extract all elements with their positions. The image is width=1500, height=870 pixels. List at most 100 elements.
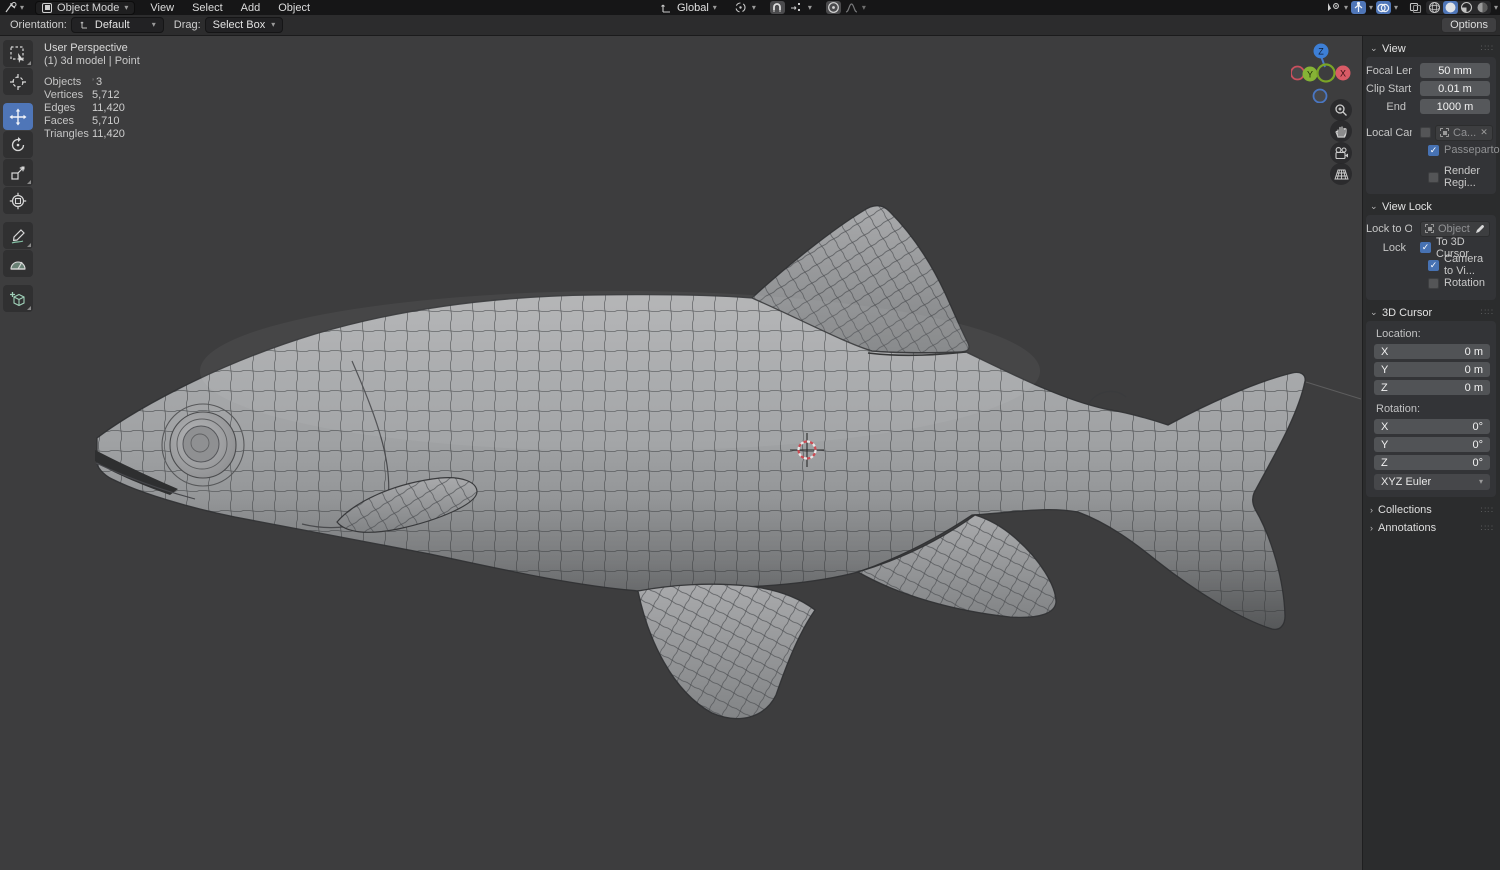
cursor-location-y-field[interactable]: Y0 m (1374, 362, 1490, 377)
3d-viewport[interactable]: User Perspective (1) 3d model | Point Ob… (0, 36, 1362, 870)
gizmo-minus-z-axis[interactable] (1312, 88, 1328, 103)
clip-start-row: Clip Start 0.01 m (1366, 80, 1492, 97)
lock-rotation-label: Rotation (1444, 277, 1485, 289)
select-box-tool[interactable] (3, 40, 33, 67)
clip-start-field[interactable]: 0.01 m (1420, 81, 1490, 96)
panel-view-lock-header[interactable]: ⌄ View Lock (1366, 198, 1496, 215)
drag-dropdown[interactable]: Select Box ▾ (204, 17, 284, 33)
pivot-point-button[interactable] (733, 1, 748, 14)
viewport-stats-overlay: User Perspective (1) 3d model | Point Ob… (44, 42, 140, 141)
navigation-gizmo[interactable]: Z Y X (1291, 39, 1353, 103)
show-gizmo-button[interactable] (1350, 1, 1366, 14)
measure-tool[interactable] (3, 250, 33, 277)
cursor-rotation-z-row: Z 0° (1366, 454, 1492, 471)
scale-tool[interactable] (3, 159, 33, 186)
panel-annotations[interactable]: › Annotations ∷∷ (1366, 519, 1496, 537)
clear-icon[interactable]: ✕ (1480, 127, 1488, 138)
menu-add[interactable]: Add (232, 2, 270, 14)
panel-annotations-title: Annotations (1378, 522, 1437, 534)
chevron-down-icon[interactable]: ▾ (1394, 3, 1398, 12)
chevron-down-icon[interactable]: ▾ (1369, 3, 1373, 12)
cursor-location-x-field[interactable]: X0 m (1374, 344, 1490, 359)
visibility-button[interactable] (1326, 1, 1341, 14)
cursor-location-z-field[interactable]: Z0 m (1374, 380, 1490, 395)
eyedropper-icon[interactable] (1475, 224, 1485, 234)
editor-type-selector[interactable]: ▾ (0, 1, 29, 14)
proportional-edit-button[interactable] (825, 1, 841, 14)
drag-handle-icon[interactable]: ∷∷ (1481, 307, 1496, 318)
pivot-point-icon (735, 2, 746, 13)
measure-icon (10, 260, 26, 270)
cursor-rotation-z-field[interactable]: Z 0° (1374, 455, 1490, 470)
chevron-down-icon: ▾ (151, 20, 156, 29)
drag-handle-icon[interactable]: ∷∷ (1481, 505, 1496, 516)
passepartout-checkbox[interactable]: ✓ (1428, 144, 1439, 156)
snap-target-button[interactable] (789, 1, 804, 14)
menu-view[interactable]: View (141, 2, 183, 14)
annotate-tool[interactable] (3, 222, 33, 249)
add-cube-tool[interactable] (3, 285, 33, 312)
panel-collections[interactable]: › Collections ∷∷ (1366, 501, 1496, 519)
lock-rotation-checkbox[interactable] (1428, 277, 1439, 289)
render-region-checkbox[interactable] (1428, 171, 1439, 183)
objects-mark: ’ (92, 77, 94, 87)
gizmo-z-label: Z (1318, 47, 1324, 57)
shading-mode-group (1425, 1, 1491, 14)
chevron-down-icon: ▾ (20, 2, 25, 12)
chevron-collapsed-icon: › (1370, 505, 1373, 515)
camera-view-button[interactable] (1330, 142, 1352, 164)
xray-toggle-button[interactable] (1408, 1, 1423, 14)
camera-to-view-checkbox[interactable]: ✓ (1428, 259, 1439, 271)
clip-end-field[interactable]: 1000 m (1420, 99, 1490, 114)
sidebar-n-panel: ⌄ View ∷∷ Focal Len... 50 mm Clip Start … (1362, 36, 1500, 870)
panel-view-header[interactable]: ⌄ View ∷∷ (1366, 40, 1496, 57)
panel-3d-cursor-header[interactable]: ⌄ 3D Cursor ∷∷ (1366, 304, 1496, 321)
chevron-down-icon[interactable]: ▾ (808, 3, 812, 12)
gizmo-minus-y-axis[interactable] (1316, 63, 1336, 83)
shading-solid-button[interactable] (1442, 1, 1458, 14)
menu-object[interactable]: Object (269, 2, 319, 14)
menu-select[interactable]: Select (183, 2, 232, 14)
transform-tool[interactable] (3, 187, 33, 214)
fish-mesh-scene (95, 205, 1361, 720)
gizmo-minus-x-axis[interactable] (1291, 65, 1305, 81)
rotation-mode-dropdown[interactable]: XYZ Euler ▾ (1374, 474, 1490, 490)
chevron-down-icon[interactable]: ▾ (862, 3, 866, 12)
to-3d-cursor-checkbox[interactable]: ✓ (1420, 242, 1431, 253)
options-button[interactable]: Options (1441, 17, 1497, 33)
snap-toggle-button[interactable] (769, 1, 785, 14)
cursor-rotation-x-field[interactable]: X 0° (1374, 419, 1490, 434)
focal-length-label: Focal Len... (1366, 64, 1412, 77)
stat-row-vertices: Vertices 5,712 (44, 89, 120, 101)
chevron-down-icon[interactable]: ▾ (752, 3, 756, 12)
shading-material-button[interactable] (1459, 1, 1474, 14)
shading-rendered-button[interactable] (1475, 1, 1490, 14)
drag-handle-icon[interactable]: ∷∷ (1481, 43, 1496, 54)
rotation-mode-value: XYZ Euler (1381, 476, 1432, 488)
pan-button[interactable] (1330, 120, 1352, 142)
lock-to-object-picker[interactable]: Object (1420, 220, 1490, 237)
rotate-tool[interactable] (3, 131, 33, 158)
local-camera-label: Local Cam... (1366, 126, 1412, 139)
local-camera-checkbox[interactable] (1420, 127, 1431, 138)
chevron-expanded-icon: ⌄ (1370, 201, 1378, 211)
select-box-icon (10, 45, 24, 63)
chevron-down-icon[interactable]: ▾ (713, 3, 717, 12)
chevron-down-icon[interactable]: ▾ (1344, 3, 1348, 12)
local-camera-picker[interactable]: Ca... ✕ (1435, 124, 1493, 141)
show-overlays-button[interactable] (1375, 1, 1391, 14)
cursor-tool[interactable] (3, 68, 33, 95)
orientation-value[interactable]: Global (677, 2, 709, 14)
zoom-button[interactable] (1330, 99, 1352, 121)
drag-handle-icon[interactable]: ∷∷ (1481, 523, 1496, 534)
orientation-dropdown[interactable]: Default ▾ (70, 17, 164, 33)
focal-length-field[interactable]: 50 mm (1420, 63, 1490, 78)
move-tool[interactable] (3, 103, 33, 130)
chevron-down-icon[interactable]: ▾ (1494, 3, 1498, 12)
camera-data-icon (1440, 128, 1449, 137)
shading-wireframe-button[interactable] (1427, 1, 1442, 14)
perspective-toggle-button[interactable] (1330, 163, 1352, 185)
chevron-collapsed-icon: › (1370, 523, 1373, 533)
cursor-rotation-y-field[interactable]: Y 0° (1374, 437, 1490, 452)
mode-selector[interactable]: Object Mode ▾ (35, 0, 136, 15)
